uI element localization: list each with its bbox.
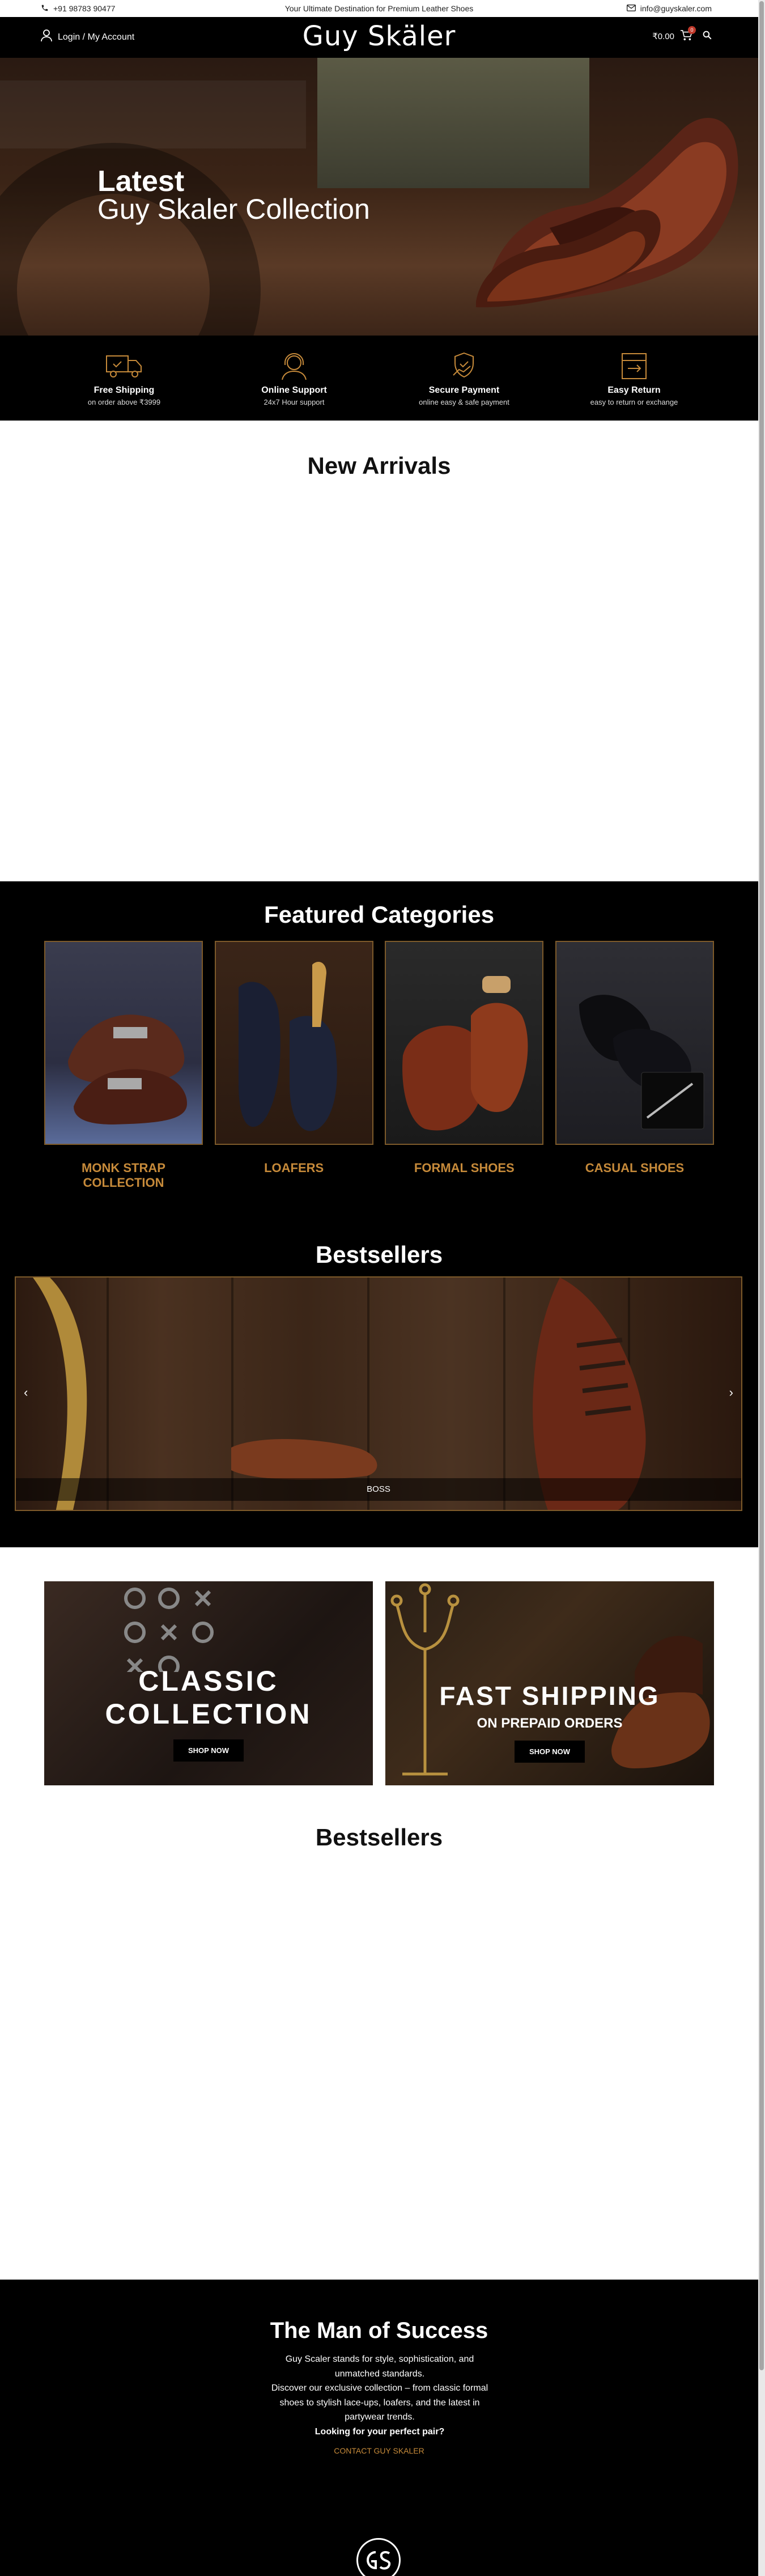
footer-body-line1: Guy Scaler stands for style, sophisticat… bbox=[285, 2354, 474, 2379]
page: +91 98783 90477 Your Ultimate Destinatio… bbox=[0, 0, 758, 2576]
feature-subtitle: 24x7 Hour support bbox=[264, 398, 325, 406]
page-scrollbar[interactable] bbox=[758, 0, 765, 2576]
contact-link[interactable]: CONTACT GUY SKALER bbox=[0, 2446, 758, 2455]
scrollbar-thumb[interactable] bbox=[759, 1, 764, 2370]
bestsellers-title: Bestsellers bbox=[315, 1241, 443, 1268]
footer-body: Guy Scaler stands for style, sophisticat… bbox=[266, 2352, 493, 2439]
cart-count-badge: 0 bbox=[688, 26, 696, 34]
promo-classic-title-line1: CLASSIC bbox=[138, 1665, 279, 1697]
category-label: CASUAL SHOES bbox=[585, 1161, 685, 1175]
carousel-prev-arrow-icon[interactable]: ‹ bbox=[24, 1385, 28, 1400]
secure-payment-icon bbox=[379, 351, 549, 381]
truck-icon bbox=[39, 351, 209, 381]
hero-banner[interactable]: Latest Guy Skaler Collection bbox=[0, 58, 758, 336]
carousel-shoes-art bbox=[33, 1278, 646, 1510]
feature-title: Easy Return bbox=[607, 385, 661, 395]
category-card-formal-shoes[interactable]: FORMAL SHOES bbox=[385, 941, 544, 1191]
feature-title: Online Support bbox=[261, 385, 327, 395]
features-bar: Free Shipping on order above ₹3999 Onlin… bbox=[0, 336, 758, 421]
email-contact[interactable]: info@guyskaler.com bbox=[626, 4, 712, 13]
bestsellers-carousel[interactable]: BOSS ‹ › bbox=[15, 1276, 742, 1511]
carousel-next-arrow-icon[interactable]: › bbox=[729, 1385, 733, 1400]
feature-subtitle: easy to return or exchange bbox=[590, 398, 678, 406]
carousel-caption: BOSS bbox=[16, 1478, 741, 1501]
hero-shoes-image bbox=[476, 118, 738, 308]
promo-shipping-title: FAST SHIPPING bbox=[439, 1681, 660, 1711]
mail-icon bbox=[626, 4, 636, 13]
featured-categories-title: Featured Categories bbox=[264, 901, 495, 928]
feature-secure-payment: Secure Payment online easy & safe paymen… bbox=[379, 336, 549, 421]
promo-shipping-shop-button[interactable]: SHOP NOW bbox=[515, 1740, 585, 1763]
footer-title: The Man of Success bbox=[270, 2318, 488, 2343]
new-arrivals-title: New Arrivals bbox=[307, 452, 451, 479]
hero-backdrop-shape bbox=[0, 80, 306, 148]
hero-title-line2: Guy Skaler Collection bbox=[97, 193, 370, 225]
footer-logo-emblem bbox=[356, 2538, 401, 2576]
promo-fast-shipping[interactable]: FAST SHIPPING ON PREPAID ORDERS SHOP NOW bbox=[385, 1581, 714, 1785]
category-card-loafers[interactable]: LOAFERS bbox=[214, 941, 373, 1191]
site-header: Login / My Account Guy Skäler ₹0.00 0 bbox=[0, 17, 758, 58]
cart-link[interactable]: ₹0.00 0 bbox=[652, 26, 712, 43]
cart-total: ₹0.00 bbox=[652, 32, 674, 41]
promo-shipping-subtitle: ON PREPAID ORDERS bbox=[477, 1715, 623, 1731]
cart-icon: 0 bbox=[680, 26, 696, 43]
tic-tac-toe-decor bbox=[124, 1588, 214, 1672]
return-box-icon bbox=[549, 351, 719, 381]
category-image bbox=[555, 941, 714, 1145]
footer-question: Looking for your perfect pair? bbox=[314, 2426, 445, 2437]
feature-subtitle: online easy & safe payment bbox=[419, 398, 509, 406]
footer-body-line2: Discover our exclusive collection – from… bbox=[271, 2383, 488, 2422]
site-footer: The Man of Success Guy Scaler stands for… bbox=[0, 2280, 758, 2576]
new-arrivals-grid bbox=[0, 493, 758, 879]
email-address: info@guyskaler.com bbox=[640, 4, 712, 13]
category-image bbox=[385, 941, 544, 1145]
promo-classic-shop-button[interactable]: SHOP NOW bbox=[173, 1739, 244, 1762]
feature-title: Free Shipping bbox=[94, 385, 155, 395]
bestsellers-secondary-title: Bestsellers bbox=[315, 1824, 443, 1851]
search-icon[interactable] bbox=[703, 31, 712, 42]
top-bar: +91 98783 90477 Your Ultimate Destinatio… bbox=[0, 0, 758, 17]
promo-classic-title-line2: COLLECTION bbox=[105, 1697, 312, 1730]
feature-subtitle: on order above ₹3999 bbox=[87, 398, 161, 406]
bestsellers-grid bbox=[0, 1870, 758, 2278]
feature-free-shipping: Free Shipping on order above ₹3999 bbox=[39, 336, 209, 421]
site-logo[interactable]: Guy Skäler bbox=[0, 20, 758, 52]
headset-icon bbox=[209, 351, 379, 381]
category-label: FORMAL SHOES bbox=[414, 1161, 515, 1175]
feature-title: Secure Payment bbox=[428, 385, 500, 395]
category-card-casual-shoes[interactable]: CASUAL SHOES bbox=[555, 941, 714, 1191]
category-card-monk-strap[interactable]: MONK STRAP COLLECTION bbox=[44, 941, 203, 1191]
feature-online-support: Online Support 24x7 Hour support bbox=[209, 336, 379, 421]
promo-classic-collection[interactable]: CLASSIC COLLECTION SHOP NOW bbox=[44, 1581, 373, 1785]
category-label: MONK STRAP COLLECTION bbox=[82, 1161, 165, 1190]
category-image bbox=[214, 941, 373, 1145]
feature-easy-return: Easy Return easy to return or exchange bbox=[549, 336, 719, 421]
featured-categories-list: MONK STRAP COLLECTION LOAFERS FORMAL SHO… bbox=[44, 941, 714, 1191]
category-label: LOAFERS bbox=[264, 1161, 324, 1175]
category-image bbox=[44, 941, 203, 1145]
